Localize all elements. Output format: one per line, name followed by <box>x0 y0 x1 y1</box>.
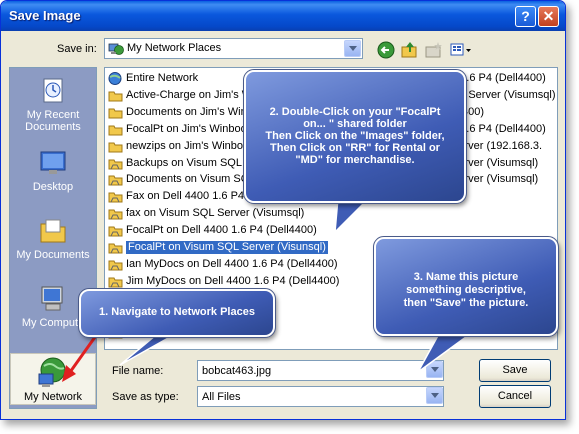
callout-navigate: 1. Navigate to Network Places <box>78 288 276 338</box>
callout-3-pointer <box>417 331 473 373</box>
callout-pointers <box>62 194 473 382</box>
callout-double-click: 2. Double-Click on your "FocalPt on... "… <box>243 69 467 204</box>
callout-name-picture: 3. Name this picture something descripti… <box>373 236 559 337</box>
